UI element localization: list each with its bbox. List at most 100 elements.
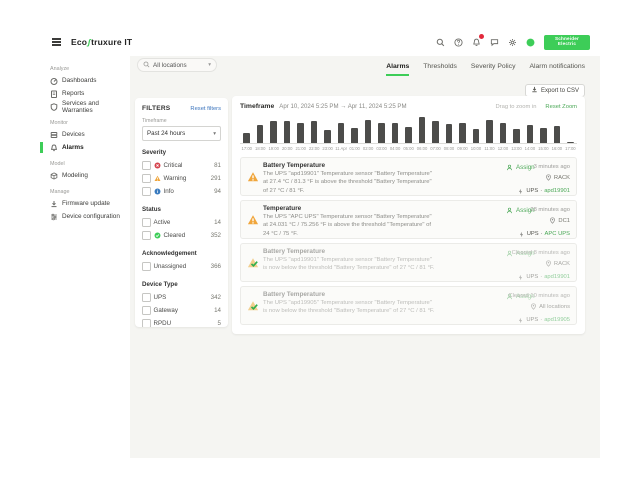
menu-icon[interactable] bbox=[50, 36, 63, 47]
sidebar-item-device-configuration[interactable]: Device configuration bbox=[40, 210, 130, 223]
filter-checkbox-rpdu[interactable] bbox=[142, 319, 151, 327]
filter-checkbox-critical[interactable] bbox=[142, 161, 151, 170]
alarm-content: Battery TemperatureThe UPS "apd19901" Te… bbox=[263, 162, 435, 195]
account-icon[interactable] bbox=[524, 36, 536, 48]
histogram-bar bbox=[473, 129, 480, 143]
device-link[interactable]: APC UPS bbox=[545, 229, 570, 239]
filter-checkbox-warning[interactable] bbox=[142, 174, 151, 183]
histogram-bar bbox=[257, 125, 264, 143]
filter-count: 366 bbox=[211, 263, 221, 270]
sidebar-item-label: Devices bbox=[62, 131, 85, 138]
alarm-description: The UPS "apd19901" Temperature sensor "B… bbox=[263, 170, 435, 195]
help-icon[interactable] bbox=[452, 36, 464, 48]
filter-label: Cleared bbox=[164, 232, 186, 239]
alarm-card[interactable]: TemperatureThe UPS "APC UPS" Temperature… bbox=[240, 200, 577, 239]
document-icon bbox=[50, 90, 58, 98]
settings-icon[interactable] bbox=[506, 36, 518, 48]
warncleared-icon bbox=[247, 257, 259, 269]
filter-checkbox-ups[interactable] bbox=[142, 293, 151, 302]
topbar-right: Schneider Electric bbox=[434, 35, 590, 50]
account-icon bbox=[526, 38, 535, 47]
critical-icon bbox=[154, 162, 161, 169]
filter-group-label-acknowledgement: Acknowledgement bbox=[142, 250, 221, 257]
sidebar-item-services-and-warranties[interactable]: Services and Warranties bbox=[40, 100, 130, 113]
alarm-title: Battery Temperature bbox=[263, 162, 435, 169]
histogram-bar bbox=[486, 120, 493, 143]
alarm-list: Battery TemperatureThe UPS "apd19901" Te… bbox=[240, 157, 577, 325]
filters-title: FILTERS bbox=[142, 105, 170, 112]
bell-icon bbox=[50, 144, 58, 152]
histogram-bar-slot bbox=[321, 130, 334, 143]
alarm-timestamp: Cleared 10 minutes ago bbox=[508, 291, 570, 302]
filter-count: 14 bbox=[214, 307, 221, 314]
location-selector[interactable]: All locations ▾ bbox=[137, 58, 217, 72]
notifications-icon[interactable] bbox=[470, 36, 482, 48]
alarm-device-line: UPS · apd19905 bbox=[508, 315, 570, 325]
filter-label: Critical bbox=[164, 162, 183, 169]
sidebar-nav: AnalyzeDashboardsReportsServices and War… bbox=[40, 56, 130, 458]
chevron-down-icon: ▾ bbox=[208, 62, 211, 68]
histogram-bar-slot bbox=[483, 120, 496, 143]
x-tick-label: 08:00 bbox=[442, 146, 455, 151]
alarm-description: The UPS "apd19901" Temperature sensor "B… bbox=[263, 256, 435, 273]
histogram-bar-slot bbox=[564, 142, 577, 143]
sidebar-item-dashboards[interactable]: Dashboards bbox=[40, 74, 130, 87]
reset-zoom-link[interactable]: Reset Zoom bbox=[545, 104, 577, 110]
histogram-bar bbox=[527, 125, 534, 143]
sidebar-item-alarms[interactable]: Alarms bbox=[40, 141, 130, 154]
histogram-bar-slot bbox=[253, 125, 266, 143]
sidebar-item-reports[interactable]: Reports bbox=[40, 87, 130, 100]
device-link[interactable]: apd19901 bbox=[544, 186, 570, 196]
filter-row-warning: Warning291 bbox=[142, 172, 221, 185]
tab-alarm-notifications[interactable]: Alarm notifications bbox=[529, 63, 585, 76]
tab-bar: Alarms Thresholds Severity Policy Alarm not… bbox=[386, 63, 585, 76]
histogram-bar-slot bbox=[402, 127, 415, 143]
cleared-icon bbox=[154, 232, 161, 239]
range-end: Apr 11, 2024 5:25 PM bbox=[348, 103, 407, 110]
filter-row-rpdu: RPDU5 bbox=[142, 317, 221, 327]
filter-row-gateway: Gateway14 bbox=[142, 304, 221, 317]
tab-alarms[interactable]: Alarms bbox=[386, 63, 409, 76]
filter-checkbox-info[interactable] bbox=[142, 187, 151, 196]
timeframe-select[interactable]: Past 24 hours ▾ bbox=[142, 126, 221, 141]
device-link[interactable]: apd19901 bbox=[544, 272, 570, 282]
search-icon[interactable] bbox=[434, 36, 446, 48]
filter-checkbox-active[interactable] bbox=[142, 218, 151, 227]
topbar-left: Ecoʃtruxure IT bbox=[50, 36, 132, 47]
histogram-bar bbox=[351, 128, 358, 143]
reset-filters-link[interactable]: Reset filters bbox=[190, 106, 221, 112]
device-type-label: UPS bbox=[526, 315, 538, 325]
filter-checkbox-cleared[interactable] bbox=[142, 231, 151, 240]
alarm-device: UPS · apd19901 bbox=[517, 186, 570, 196]
timeframe-value: Past 24 hours bbox=[147, 130, 185, 137]
histogram-bar bbox=[446, 124, 453, 143]
device-link[interactable]: apd19905 bbox=[544, 315, 570, 325]
range-start: Apr 10, 2024 5:25 PM bbox=[279, 103, 338, 110]
histogram-bar-slot bbox=[456, 123, 469, 143]
alarm-histogram[interactable]: 17:0018:0019:0020:0021:0022:0023:0011 Ap… bbox=[240, 116, 577, 151]
alarm-title: Battery Temperature bbox=[263, 291, 435, 298]
filter-label: Warning bbox=[164, 175, 187, 182]
filter-group-label-status: Status bbox=[142, 206, 221, 213]
filter-groups: SeverityCritical81Warning291Info94Status… bbox=[142, 149, 221, 327]
sidebar-item-modeling[interactable]: Modeling bbox=[40, 169, 130, 182]
separator: · bbox=[540, 272, 542, 282]
sidebar-item-label: Reports bbox=[62, 90, 84, 97]
tab-thresholds[interactable]: Thresholds bbox=[423, 63, 457, 76]
sidebar-item-label: Modeling bbox=[62, 172, 88, 179]
settings-icon bbox=[508, 38, 517, 47]
filter-row-ups: UPS342 bbox=[142, 291, 221, 304]
filter-checkbox-gateway[interactable] bbox=[142, 306, 151, 315]
tab-severity-policy[interactable]: Severity Policy bbox=[471, 63, 516, 76]
filter-checkbox-unassigned[interactable] bbox=[142, 262, 151, 271]
sidebar-item-devices[interactable]: Devices bbox=[40, 128, 130, 141]
alarm-card[interactable]: Battery TemperatureThe UPS "apd19901" Te… bbox=[240, 157, 577, 196]
alarm-meta: 28 minutes agoDC1UPS · APC UPS bbox=[518, 205, 570, 239]
alarm-card[interactable]: Battery TemperatureThe UPS "apd19901" Te… bbox=[240, 243, 577, 282]
help-icon bbox=[454, 38, 463, 47]
feedback-icon[interactable] bbox=[488, 36, 500, 48]
x-tick-label: 20:00 bbox=[280, 146, 293, 151]
filter-row-active: Active14 bbox=[142, 216, 221, 229]
alarm-card[interactable]: Battery TemperatureThe UPS "apd19905" Te… bbox=[240, 286, 577, 325]
sidebar-item-firmware-update[interactable]: Firmware update bbox=[40, 197, 130, 210]
